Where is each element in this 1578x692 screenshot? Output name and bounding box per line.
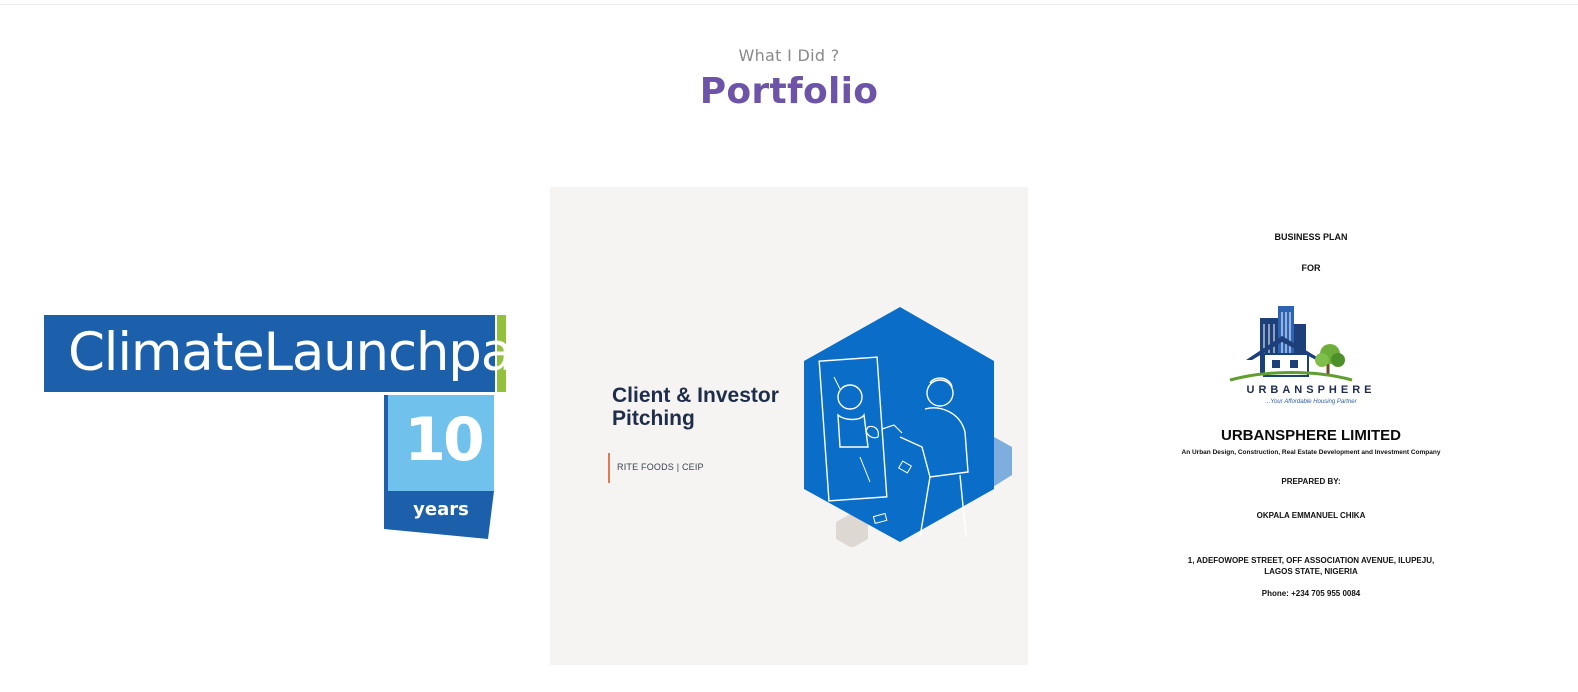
section-title: Portfolio: [699, 71, 879, 112]
handshake-pitch-icon: [804, 307, 1012, 547]
urbansphere-tagline: ...Your Affordable Housing Partner: [1265, 399, 1357, 405]
business-plan-for-label: FOR: [1301, 263, 1321, 273]
address-line-1: 1, ADEFOWOPE STREET, OFF ASSOCIATION AVE…: [1187, 556, 1435, 565]
header-divider: [0, 4, 1578, 5]
anniversary-number: 10: [404, 405, 485, 475]
address-line-2: LAGOS STATE, NIGERIA: [1264, 567, 1358, 576]
urbansphere-logo-icon: [1229, 306, 1353, 382]
urbansphere-wordmark: URBANSPHERE: [1246, 384, 1376, 396]
portfolio-item-business-plan[interactable]: BUSINESS PLAN FOR URBANSPHERE ...Your Af…: [1072, 187, 1550, 665]
company-description: An Urban Design, Construction, Real Esta…: [1181, 449, 1441, 456]
company-name: URBANSPHERE LIMITED: [1220, 427, 1401, 444]
climatelaunchpad-logo-text: ClimateLaunchpad: [68, 322, 506, 383]
phone-number: Phone: +234 705 955 0084: [1261, 589, 1361, 598]
prepared-by-label: PREPARED BY:: [1281, 477, 1341, 486]
portfolio-item-investor-pitching[interactable]: Client & Investor Pitching RITE FOODS | …: [550, 187, 1028, 665]
pitching-slide-title: Client & Investor Pitching: [612, 384, 779, 430]
pitching-accent-rule: [608, 453, 610, 483]
anniversary-label: years: [413, 499, 469, 520]
pitching-slide-subtitle: RITE FOODS | CEIP: [617, 462, 704, 472]
business-plan-heading: BUSINESS PLAN: [1274, 232, 1348, 242]
section-subtitle: What I Did ?: [738, 46, 840, 65]
portfolio-item-climatelaunchpad[interactable]: ClimateLaunchpad 10 years: [28, 187, 506, 665]
portfolio-section-header: What I Did ? Portfolio: [0, 46, 1578, 112]
author-name: OKPALA EMMANUEL CHIKA: [1256, 511, 1366, 520]
